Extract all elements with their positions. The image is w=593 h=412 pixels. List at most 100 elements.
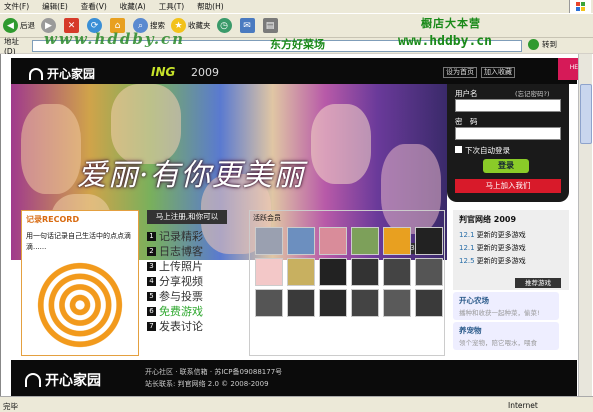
feature-number: 1: [147, 231, 156, 241]
site-footer: 开心家园 开心社区 · 联系信箱 · 苏ICP备09088177号 站长联系: …: [11, 360, 577, 396]
history-button[interactable]: ◷: [216, 18, 234, 33]
member-avatar[interactable]: [319, 258, 347, 286]
member-avatar[interactable]: [319, 227, 347, 255]
menu-item[interactable]: 编辑(E): [42, 1, 68, 12]
remember-checkbox[interactable]: [455, 146, 462, 153]
mail-button[interactable]: ✉: [239, 18, 257, 33]
join-features: 马上注册,和你可以 1 记录精彩 2 日志博客 3 上传照片 4 分享视频 5 参与投票 6 免费游戏…: [147, 210, 239, 350]
login-button[interactable]: 登录: [483, 159, 529, 173]
password-input[interactable]: [455, 127, 561, 140]
back-arrow-icon: ◀: [3, 18, 18, 33]
history-icon: ◷: [216, 18, 232, 33]
app-card-title: 养宠物: [459, 326, 482, 335]
app-card-title: 开心农场: [459, 296, 489, 305]
feature-number: 3: [147, 261, 156, 271]
member-avatar[interactable]: [351, 227, 379, 255]
menu-item[interactable]: 查看(V): [81, 1, 107, 12]
feature-label: 记录精彩: [159, 230, 203, 243]
address-label: 地址(D): [4, 36, 19, 56]
member-avatar[interactable]: [255, 289, 283, 317]
site-header: 开心家园 ING 2009 设为首页 加入收藏 HELP: [11, 58, 588, 84]
username-input[interactable]: [455, 99, 561, 112]
menu-item[interactable]: 工具(T): [159, 1, 184, 12]
swirl-graphic: [30, 255, 130, 355]
set-homepage-link[interactable]: 设为首页: [443, 67, 477, 78]
forgot-password-link[interactable]: (忘记密码?): [515, 88, 550, 98]
back-button[interactable]: ◀ 后退: [3, 18, 35, 33]
promo-top-right: 橱店大本营: [421, 17, 481, 30]
printer-icon: ▤: [262, 18, 278, 33]
member-avatar[interactable]: [383, 227, 411, 255]
feature-item[interactable]: 2 日志博客: [147, 243, 203, 259]
status-bar: 完毕 Internet: [0, 396, 593, 412]
portrait-image: [21, 104, 81, 194]
feature-label: 日志博客: [159, 245, 203, 258]
feature-item[interactable]: 6 免费游戏: [147, 303, 203, 319]
feature-item[interactable]: 5 参与投票: [147, 288, 203, 304]
feature-item[interactable]: 4 分享视频: [147, 273, 203, 289]
news-text: 更新的更多游戏: [476, 244, 526, 252]
site-logo[interactable]: 开心家园: [29, 65, 95, 82]
news-item[interactable]: 12.5 更新的更多游戏: [459, 256, 526, 266]
news-date: 12.1: [459, 231, 475, 239]
feature-label: 免费游戏: [159, 305, 203, 318]
app-card[interactable]: 养宠物领个宠物，陪它喂水，喂食: [453, 322, 559, 350]
feature-item[interactable]: 7 发表讨论: [147, 318, 203, 334]
feature-label: 分享视频: [159, 275, 203, 288]
news-item[interactable]: 12.1 更新的更多游戏: [459, 243, 526, 253]
menu-item[interactable]: 帮助(H): [197, 1, 224, 12]
go-arrow-icon: [528, 39, 539, 50]
active-members: 活跃会员: [249, 210, 445, 356]
member-avatar[interactable]: [287, 258, 315, 286]
feature-number: 6: [147, 306, 156, 316]
footer-links[interactable]: 开心社区 · 联系信箱 · 苏ICP备09088177号: [145, 367, 282, 377]
print-button[interactable]: ▤: [262, 18, 280, 33]
feature-item[interactable]: 3 上传照片: [147, 258, 203, 274]
news-title: 判官网络 2009: [459, 215, 517, 224]
member-avatar[interactable]: [383, 258, 411, 286]
news-text: 更新的更多游戏: [476, 257, 526, 265]
password-label: 密 码: [455, 117, 478, 126]
feature-item[interactable]: 1 记录精彩: [147, 228, 203, 244]
news-item[interactable]: 12.1 更新的更多游戏: [459, 230, 526, 240]
app-card-desc: 领个宠物，陪它喂水，喂食: [459, 339, 537, 347]
windows-logo-icon: [569, 0, 591, 13]
promo-mid: 东方好菜场: [270, 38, 325, 51]
join-tag: 马上注册,和你可以: [147, 210, 227, 224]
join-now-button[interactable]: 马上加入我们: [455, 179, 561, 193]
header-year: 2009: [191, 66, 219, 79]
member-avatar[interactable]: [351, 289, 379, 317]
go-button[interactable]: 转到: [528, 39, 557, 50]
menu-item[interactable]: 文件(F): [4, 1, 29, 12]
app-card-desc: 播种和收获一起种菜，偷菜!: [459, 309, 540, 317]
member-avatar[interactable]: [255, 227, 283, 255]
member-avatar[interactable]: [287, 227, 315, 255]
member-avatar[interactable]: [351, 258, 379, 286]
feature-number: 4: [147, 276, 156, 286]
menu-bar: 文件(F) 编辑(E) 查看(V) 收藏(A) 工具(T) 帮助(H): [0, 0, 593, 13]
footer-copyright: 站长联系: 判官网络 2.0 © 2008-2009: [145, 380, 269, 388]
vertical-scrollbar[interactable]: [578, 54, 592, 396]
member-avatar[interactable]: [415, 258, 443, 286]
more-games-button[interactable]: 推荐游戏: [515, 278, 561, 288]
feature-label: 发表讨论: [159, 320, 203, 333]
member-avatar[interactable]: [319, 289, 347, 317]
app-card[interactable]: 开心农场播种和收获一起种菜，偷菜!: [453, 292, 559, 320]
menu-item[interactable]: 收藏(A): [120, 1, 146, 12]
status-text: 完毕: [3, 402, 18, 411]
add-favorite-link[interactable]: 加入收藏: [481, 67, 515, 78]
member-avatar[interactable]: [383, 289, 411, 317]
news-date: 12.5: [459, 257, 475, 265]
news-date: 12.1: [459, 244, 475, 252]
scroll-thumb[interactable]: [580, 84, 592, 144]
feature-label: 参与投票: [159, 290, 203, 303]
footer-logo[interactable]: 开心家园: [25, 370, 101, 390]
members-grid: [255, 227, 444, 317]
member-avatar[interactable]: [415, 227, 443, 255]
watermark-url: www.hddby.cn: [44, 30, 186, 48]
record-text: 用一句话记录自己生活中的点点滴滴......: [26, 232, 131, 251]
member-avatar[interactable]: [415, 289, 443, 317]
member-avatar[interactable]: [255, 258, 283, 286]
member-avatar[interactable]: [287, 289, 315, 317]
promo-url: www.hddby.cn: [398, 34, 492, 49]
